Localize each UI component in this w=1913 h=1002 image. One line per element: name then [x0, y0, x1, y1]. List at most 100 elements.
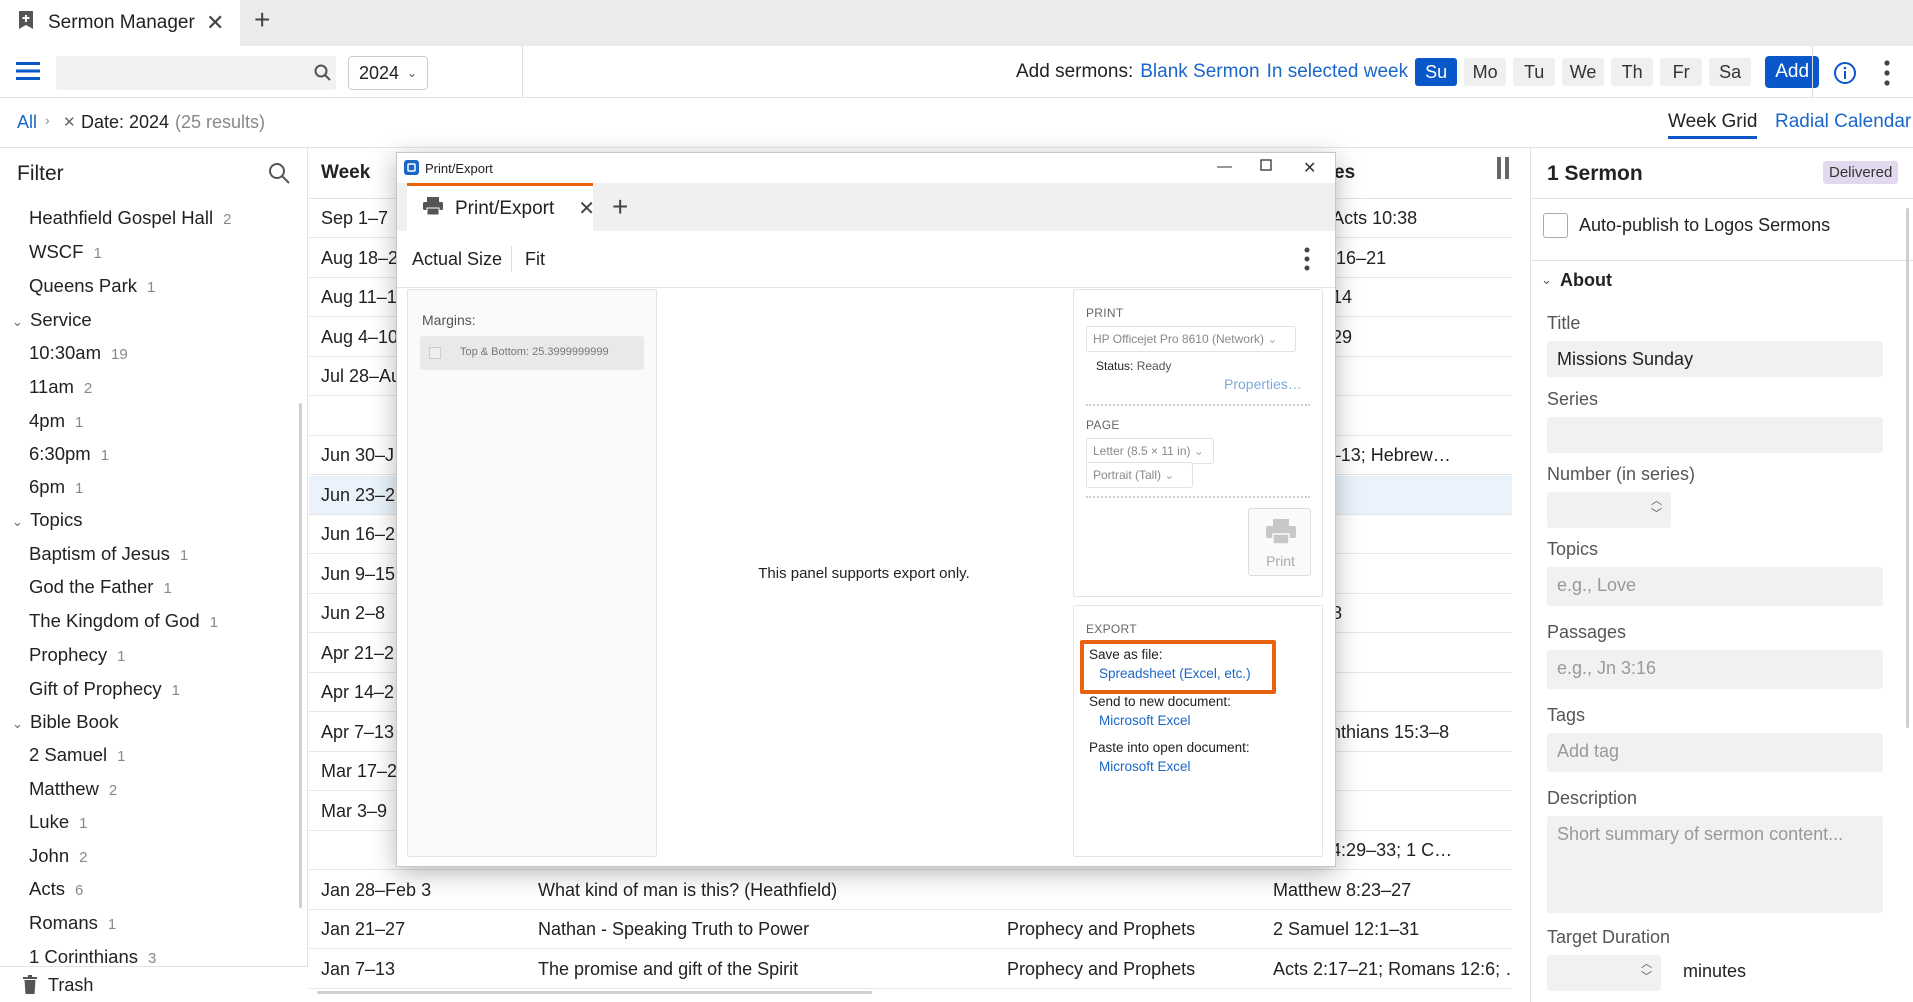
- day-su-button[interactable]: Su: [1415, 58, 1458, 86]
- trash-item[interactable]: Trash: [0, 966, 308, 1002]
- close-window-icon[interactable]: ✕: [1303, 158, 1316, 178]
- filter-item[interactable]: Matthew 2: [29, 778, 117, 800]
- menu-icon[interactable]: [16, 61, 40, 86]
- properties-link[interactable]: Properties…: [1224, 376, 1302, 392]
- status-label: Status:: [1096, 359, 1134, 373]
- margins-checkbox[interactable]: [429, 347, 441, 359]
- chevron-down-icon[interactable]: ⌄: [1541, 272, 1552, 288]
- year-select[interactable]: 2024 ⌄: [348, 56, 428, 90]
- filter-item[interactable]: God the Father 1: [29, 576, 172, 598]
- tab-radial-calendar[interactable]: Radial Calendar: [1775, 111, 1911, 133]
- day-sa-button[interactable]: Sa: [1709, 58, 1752, 86]
- fit-button[interactable]: Fit: [525, 249, 545, 270]
- filter-item[interactable]: 1 Corinthians 3: [29, 946, 156, 968]
- passages-input[interactable]: e.g., Jn 3:16: [1547, 650, 1883, 689]
- column-week[interactable]: Week: [321, 162, 370, 184]
- maximize-icon[interactable]: [1260, 159, 1272, 174]
- more-options-icon[interactable]: [1304, 247, 1310, 276]
- filter-item[interactable]: Acts 6: [29, 878, 83, 900]
- close-tab-icon[interactable]: ✕: [206, 10, 224, 36]
- duration-stepper[interactable]: ︿ ﹀: [1547, 955, 1661, 991]
- tab-week-grid[interactable]: Week Grid: [1668, 111, 1758, 139]
- tags-input[interactable]: Add tag: [1547, 733, 1883, 772]
- excel-new-doc-link[interactable]: Microsoft Excel: [1099, 713, 1191, 728]
- sermon-manager-icon: [18, 10, 34, 36]
- about-section-title[interactable]: About: [1560, 270, 1612, 291]
- cell-week: Sep 1–7: [321, 208, 389, 228]
- filter-item[interactable]: The Kingdom of God 1: [29, 610, 218, 632]
- filter-item[interactable]: Queens Park 1: [29, 275, 155, 297]
- stepper-arrows-icon[interactable]: ︿ ﹀: [1651, 495, 1662, 521]
- excel-open-doc-link[interactable]: Microsoft Excel: [1099, 759, 1191, 774]
- number-stepper[interactable]: ︿ ﹀: [1547, 492, 1671, 528]
- table-row[interactable]: Jan 21–27 Nathan - Speaking Truth to Powe…: [309, 910, 1512, 949]
- blank-sermon-link[interactable]: Blank Sermon: [1140, 61, 1259, 83]
- filter-item[interactable]: Prophecy 1: [29, 644, 126, 666]
- day-tu-button[interactable]: Tu: [1513, 58, 1556, 86]
- filter-item[interactable]: Heathfield Gospel Hall 2: [29, 207, 231, 229]
- filter-item[interactable]: 10:30am 19: [29, 342, 128, 364]
- printer-select[interactable]: HP Officejet Pro 8610 (Network) ⌄: [1086, 326, 1296, 352]
- filter-item[interactable]: John 2: [29, 845, 87, 867]
- stepper-arrows-icon[interactable]: ︿ ﹀: [1641, 958, 1652, 984]
- filter-group-bible-book[interactable]: ⌄ Bible Book: [12, 711, 118, 733]
- new-tab-icon[interactable]: +: [612, 191, 628, 223]
- filter-item[interactable]: 2 Samuel 1: [29, 744, 126, 766]
- margins-control[interactable]: Top & Bottom: 25.3999999999: [420, 336, 644, 370]
- orientation-select[interactable]: Portrait (Tall) ⌄: [1086, 462, 1193, 488]
- actual-size-button[interactable]: Actual Size: [412, 249, 502, 270]
- filter-item[interactable]: Luke 1: [29, 811, 87, 833]
- info-icon[interactable]: [1833, 61, 1857, 90]
- series-field[interactable]: [1547, 417, 1883, 453]
- table-row[interactable]: Jan 28–Feb 3 What kind of man is this? (H…: [309, 871, 1512, 910]
- dialog-titlebar[interactable]: Print/Export — ✕: [397, 153, 1335, 183]
- breadcrumb-all[interactable]: All: [17, 112, 37, 133]
- filter-item[interactable]: WSCF 1: [29, 241, 102, 263]
- search-icon[interactable]: [268, 162, 290, 189]
- filter-item[interactable]: Gift of Prophecy 1: [29, 678, 180, 700]
- filter-item[interactable]: Romans 1: [29, 912, 116, 934]
- cell-week: Jun 9–15: [321, 563, 396, 584]
- filter-item[interactable]: 4pm 1: [29, 410, 83, 432]
- day-th-button[interactable]: Th: [1611, 58, 1654, 86]
- print-export-tab[interactable]: Print/Export ✕: [407, 183, 595, 231]
- cell-week: Apr 14–2: [321, 682, 395, 702]
- filter-item-label: Romans: [29, 912, 98, 933]
- spreadsheet-export-link[interactable]: Spreadsheet (Excel, etc.): [1099, 666, 1251, 681]
- filter-group-topics[interactable]: ⌄ Topics: [12, 509, 82, 531]
- day-fr-button[interactable]: Fr: [1660, 58, 1703, 86]
- description-textarea[interactable]: Short summary of sermon content...: [1547, 816, 1883, 913]
- margins-label: Margins:: [422, 312, 476, 328]
- filter-item-label: Heathfield Gospel Hall: [29, 207, 214, 228]
- horizontal-scrollbar[interactable]: [317, 991, 872, 994]
- remove-filter-icon[interactable]: ✕: [63, 113, 76, 131]
- search-input[interactable]: [56, 56, 336, 90]
- auto-publish-checkbox[interactable]: [1543, 213, 1568, 238]
- filter-item[interactable]: 6pm 1: [29, 476, 83, 498]
- day-mo-button[interactable]: Mo: [1464, 58, 1507, 86]
- filter-group-service[interactable]: ⌄ Service: [12, 309, 92, 331]
- columns-icon[interactable]: [1497, 157, 1512, 184]
- column-passages[interactable]: es: [1334, 162, 1355, 184]
- day-we-button[interactable]: We: [1562, 58, 1605, 86]
- topics-input[interactable]: e.g., Love: [1547, 567, 1883, 606]
- title-field[interactable]: Missions Sunday: [1547, 341, 1883, 377]
- filter-item[interactable]: 11am 2: [29, 376, 92, 398]
- app-tab[interactable]: Sermon Manager ✕: [0, 0, 240, 46]
- filter-item[interactable]: 6:30pm 1: [29, 443, 109, 465]
- more-options-icon[interactable]: [1884, 60, 1890, 91]
- add-button[interactable]: Add: [1765, 56, 1820, 88]
- filter-item[interactable]: Baptism of Jesus 1: [29, 543, 188, 565]
- in-selected-week-link[interactable]: In selected week: [1267, 61, 1409, 83]
- details-scrollbar[interactable]: [1906, 208, 1909, 728]
- search-icon[interactable]: [314, 64, 331, 86]
- print-button[interactable]: Print: [1248, 508, 1311, 576]
- preview-area: This panel supports export only.: [659, 289, 1069, 857]
- new-tab-icon[interactable]: +: [254, 4, 270, 36]
- close-tab-icon[interactable]: ✕: [578, 196, 595, 221]
- sidebar-scrollbar[interactable]: [299, 403, 302, 908]
- minimize-icon[interactable]: —: [1217, 158, 1232, 175]
- table-row[interactable]: Jan 7–13 The promise and gift of the Spir…: [309, 950, 1512, 989]
- cell-week: Jan 21–27: [321, 919, 406, 939]
- paper-select[interactable]: Letter (8.5 × 11 in) ⌄: [1086, 438, 1214, 464]
